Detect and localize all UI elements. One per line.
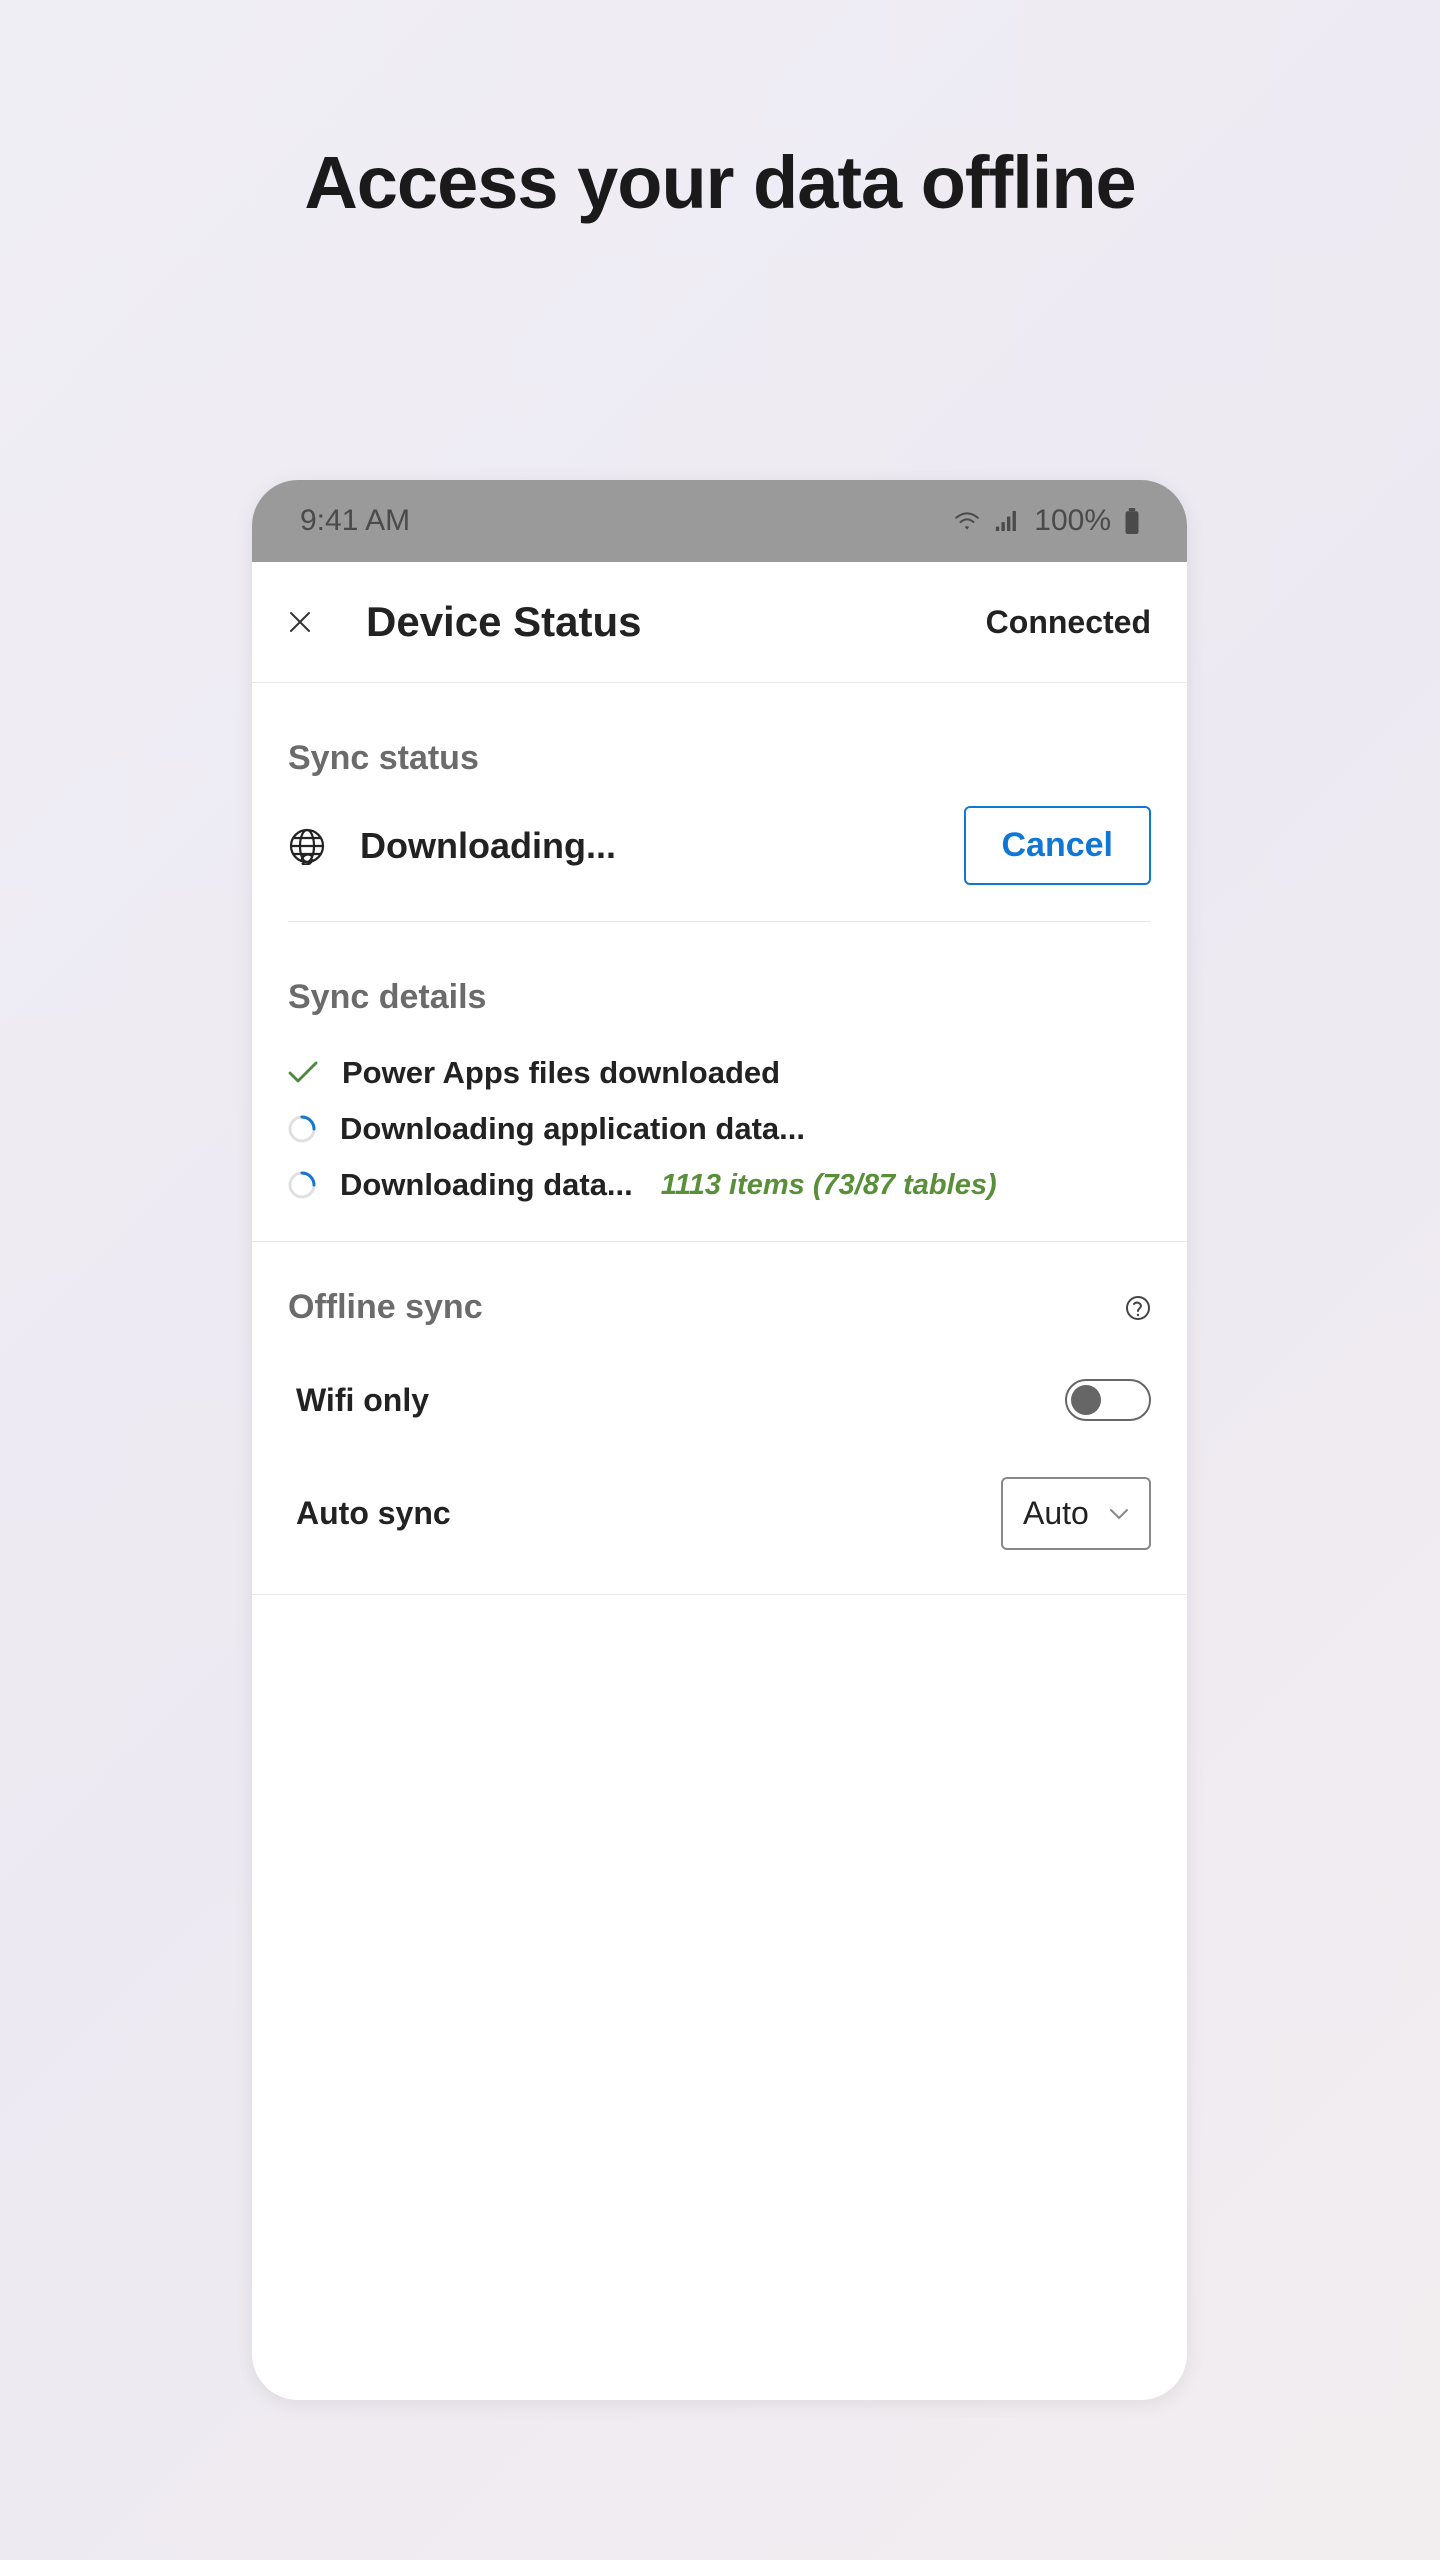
sync-detail-text: Downloading application data... xyxy=(340,1111,805,1147)
help-icon[interactable] xyxy=(1125,1295,1151,1321)
check-icon xyxy=(288,1061,318,1085)
screen-header: Device Status Connected xyxy=(252,562,1187,683)
spinner-icon xyxy=(288,1115,316,1143)
cancel-button[interactable]: Cancel xyxy=(964,806,1152,885)
spinner-icon xyxy=(288,1171,316,1199)
sync-detail-row-progress: Downloading data... 1113 items (73/87 ta… xyxy=(288,1157,1151,1213)
auto-sync-value: Auto xyxy=(1023,1495,1089,1532)
battery-icon xyxy=(1125,508,1139,534)
auto-sync-dropdown[interactable]: Auto xyxy=(1001,1477,1151,1550)
header-connection-status: Connected xyxy=(986,604,1151,641)
globe-sync-icon xyxy=(288,827,326,865)
chevron-down-icon xyxy=(1109,1508,1129,1520)
sync-status-row: Downloading... Cancel xyxy=(288,806,1151,922)
sync-detail-row-complete: Power Apps files downloaded xyxy=(288,1045,1151,1101)
sync-detail-text: Power Apps files downloaded xyxy=(342,1055,780,1091)
auto-sync-label: Auto sync xyxy=(288,1495,451,1532)
phone-mockup: 9:41 AM 100% Devi xyxy=(252,480,1187,2400)
close-icon xyxy=(288,610,312,634)
sync-detail-meta: 1113 items (73/87 tables) xyxy=(661,1169,997,1202)
status-bar: 9:41 AM 100% xyxy=(252,480,1187,562)
wifi-only-toggle[interactable] xyxy=(1065,1379,1151,1421)
status-right: 100% xyxy=(954,504,1139,538)
wifi-only-row: Wifi only xyxy=(288,1351,1151,1449)
signal-icon xyxy=(994,511,1020,531)
page-title: Access your data offline xyxy=(0,0,1440,225)
sync-status-header: Sync status xyxy=(288,683,1151,806)
sync-status-section: Sync status Downloading... Cancel xyxy=(252,683,1187,922)
sync-detail-row-progress: Downloading application data... xyxy=(288,1101,1151,1157)
sync-detail-text: Downloading data... xyxy=(340,1167,633,1203)
toggle-knob xyxy=(1071,1385,1101,1415)
close-button[interactable] xyxy=(278,600,322,644)
sync-status-text: Downloading... xyxy=(360,825,964,867)
status-time: 9:41 AM xyxy=(300,504,410,538)
auto-sync-row: Auto sync Auto xyxy=(288,1449,1151,1578)
offline-sync-header: Offline sync xyxy=(288,1288,483,1327)
status-battery-text: 100% xyxy=(1034,504,1111,538)
wifi-icon xyxy=(954,511,980,531)
wifi-only-label: Wifi only xyxy=(288,1382,429,1419)
sync-details-header: Sync details xyxy=(288,922,1151,1045)
offline-sync-header-row: Offline sync xyxy=(288,1242,1151,1351)
header-title: Device Status xyxy=(366,598,986,646)
offline-sync-section: Offline sync Wifi only Auto sync Auto xyxy=(252,1242,1187,1595)
sync-details-section: Sync details Power Apps files downloaded… xyxy=(252,922,1187,1242)
